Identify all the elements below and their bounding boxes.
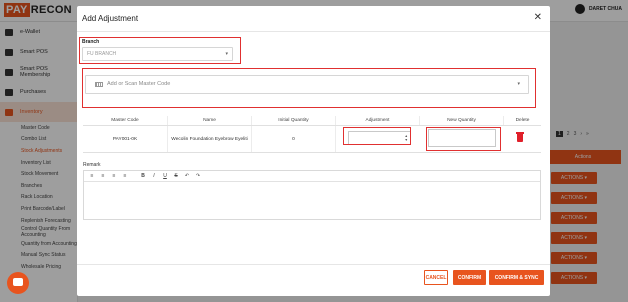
redo-icon[interactable]: ↷ xyxy=(195,173,201,179)
modal-header: Add Adjustment ✕ xyxy=(77,6,550,32)
column-header: Delete xyxy=(515,118,530,123)
cancel-button[interactable]: CANCEL xyxy=(424,270,448,285)
scan-placeholder: Add or Scan Master Code xyxy=(107,81,171,87)
barcode-icon xyxy=(95,82,103,87)
editor-toolbar: ≡ ≡ ≡ ≡ B I U S ↶ ↷ xyxy=(84,171,540,182)
branch-label: Branch xyxy=(82,39,100,45)
add-adjustment-modal: Add Adjustment ✕ Branch FU BRANCH ▾ Add … xyxy=(77,6,550,296)
confirm-button[interactable]: CONFIRM xyxy=(453,270,486,285)
align-left-icon[interactable]: ≡ xyxy=(89,173,95,179)
confirm-sync-button[interactable]: CONFIRM & SYNC xyxy=(489,270,544,285)
chevron-down-icon: ▾ xyxy=(225,51,228,57)
adjustment-input[interactable]: ▲ ▼ xyxy=(348,131,411,145)
underline-icon[interactable]: U xyxy=(162,173,168,179)
trash-icon[interactable] xyxy=(516,132,524,142)
table-row: PAY001-0K Wecolin Foundation Eyebrow Eye… xyxy=(83,126,541,153)
initial-quantity-cell: 0 xyxy=(252,126,336,152)
align-right-icon[interactable]: ≡ xyxy=(111,173,117,179)
column-header: Name xyxy=(168,116,252,125)
master-code-cell: PAY001-0K xyxy=(83,126,168,152)
strikethrough-icon[interactable]: S xyxy=(173,173,179,179)
remark-editor[interactable]: ≡ ≡ ≡ ≡ B I U S ↶ ↷ xyxy=(83,170,541,220)
chevron-down-icon: ▾ xyxy=(517,81,520,87)
modal-footer: CANCEL CONFIRM CONFIRM & SYNC xyxy=(77,264,550,296)
scan-master-code-input[interactable]: Add or Scan Master Code ▾ xyxy=(85,75,529,94)
undo-icon[interactable]: ↶ xyxy=(184,173,190,179)
chat-icon[interactable] xyxy=(7,272,29,294)
bold-icon[interactable]: B xyxy=(140,173,146,179)
close-icon[interactable]: ✕ xyxy=(534,12,542,23)
remark-label: Remark xyxy=(83,162,101,168)
align-center-icon[interactable]: ≡ xyxy=(100,173,106,179)
name-cell: Wecolin Foundation Eyebrow Eyeliti xyxy=(168,126,252,152)
align-justify-icon[interactable]: ≡ xyxy=(122,173,128,179)
column-header: New Quantity xyxy=(420,116,504,125)
italic-icon[interactable]: I xyxy=(151,173,157,179)
branch-select[interactable]: FU BRANCH ▾ xyxy=(82,47,233,61)
column-header: Master Code xyxy=(83,116,168,125)
column-header: Adjustment xyxy=(336,116,420,125)
spinner-icon[interactable]: ▲ ▼ xyxy=(405,134,408,142)
branch-value: FU BRANCH xyxy=(87,51,117,57)
column-header: Initial Quantity xyxy=(252,116,336,125)
modal-title: Add Adjustment xyxy=(82,14,139,23)
new-quantity-input[interactable] xyxy=(428,129,496,147)
table-header: Master Code Name Initial Quantity Adjust… xyxy=(83,116,541,126)
